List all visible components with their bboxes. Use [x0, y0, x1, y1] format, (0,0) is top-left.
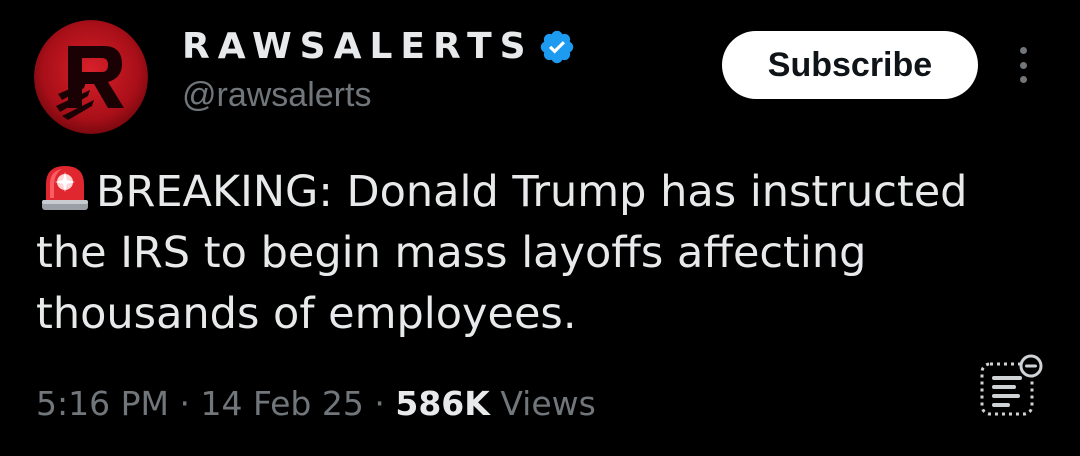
- tweet-text-block: BREAKING: Donald Trump has instructed th…: [36, 162, 1036, 345]
- dot: [1019, 61, 1027, 69]
- meta-separator: ·: [374, 384, 385, 423]
- views-label: Views: [500, 384, 596, 423]
- dot: [1019, 76, 1027, 83]
- tweet-meta: 5:16 PM · 14 Feb 25 · 586K Views: [36, 380, 596, 428]
- tweet-date[interactable]: 14 Feb 25: [200, 384, 363, 423]
- author-display-name[interactable]: RAWSALERTS: [182, 22, 576, 72]
- dot: [1019, 47, 1027, 54]
- tweet-text: BREAKING: Donald Trump has instructed th…: [36, 167, 968, 339]
- vertical-ellipsis-icon[interactable]: [1008, 44, 1038, 86]
- verified-badge-icon: [538, 28, 576, 66]
- reader-mode-icon[interactable]: [976, 350, 1046, 420]
- avatar[interactable]: [34, 20, 148, 134]
- rawsalerts-logo-icon: [34, 20, 148, 134]
- tweet-time[interactable]: 5:16 PM: [36, 384, 169, 423]
- subscribe-button[interactable]: Subscribe: [722, 31, 978, 99]
- siren-emoji-icon: [36, 162, 94, 212]
- author-handle[interactable]: @rawsalerts: [182, 78, 371, 112]
- display-name-text: RAWSALERTS: [182, 26, 534, 67]
- meta-separator: ·: [179, 384, 190, 423]
- views-count: 586K: [395, 384, 490, 423]
